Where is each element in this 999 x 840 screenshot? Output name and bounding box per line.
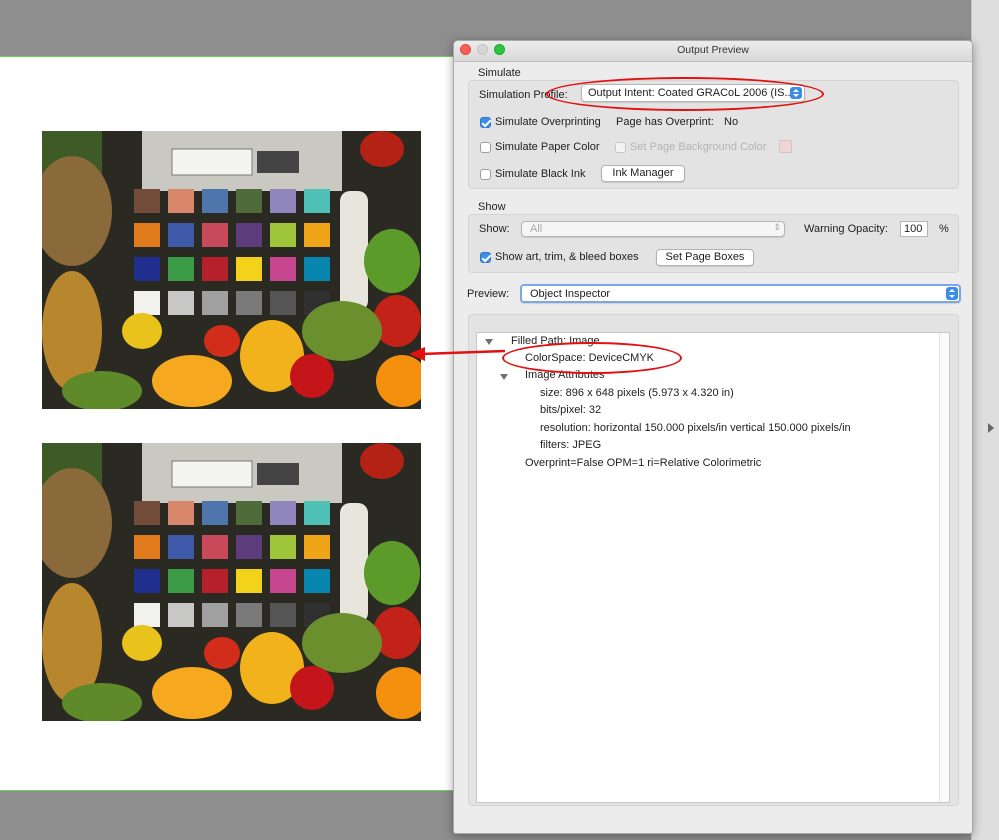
document-page xyxy=(0,56,480,791)
document-image-top[interactable] xyxy=(42,131,421,409)
background-color-swatch xyxy=(779,140,792,153)
dialog-title: Output Preview xyxy=(677,44,749,56)
disclosure-triangle-icon[interactable] xyxy=(500,374,508,380)
chevron-updown-icon: ⇕ xyxy=(773,222,781,232)
simulate-overprinting-checkbox[interactable] xyxy=(480,117,491,128)
preview-label: Preview: xyxy=(467,288,510,300)
annotation-ellipse-profile xyxy=(546,77,824,111)
show-boxes-checkbox[interactable] xyxy=(480,252,491,263)
show-select-value: All xyxy=(530,223,543,235)
show-select: All ⇕ xyxy=(521,221,785,237)
set-page-boxes-button[interactable]: Set Page Boxes xyxy=(656,249,754,266)
document-image-bottom[interactable] xyxy=(42,443,421,721)
tree-item-overprint[interactable]: Overprint=False OPM=1 ri=Relative Colori… xyxy=(525,457,761,469)
simulate-paper-color-label: Simulate Paper Color xyxy=(495,141,600,153)
tree-item-bits[interactable]: bits/pixel: 32 xyxy=(540,404,601,416)
show-boxes-label: Show art, trim, & bleed boxes xyxy=(495,251,639,263)
simulate-section-label: Simulate xyxy=(478,67,521,79)
ink-manager-button[interactable]: Ink Manager xyxy=(601,165,685,182)
preview-select[interactable]: Object Inspector xyxy=(520,284,961,303)
tree-item-size[interactable]: size: 896 x 648 pixels (5.973 x 4.320 in… xyxy=(540,387,734,399)
simulate-black-ink-label: Simulate Black Ink xyxy=(495,168,586,180)
right-arrow-icon[interactable] xyxy=(988,423,994,433)
tree-item-resolution[interactable]: resolution: horizontal 150.000 pixels/in… xyxy=(540,422,851,434)
percent-label: % xyxy=(939,223,949,235)
annotation-ellipse-colorspace xyxy=(502,342,682,374)
simulate-black-ink-checkbox[interactable] xyxy=(480,169,491,180)
simulate-paper-color-checkbox[interactable] xyxy=(480,142,491,153)
simulate-overprinting-label: Simulate Overprinting xyxy=(495,116,601,128)
warning-opacity-label: Warning Opacity: xyxy=(804,223,888,235)
page-has-overprint-value: No xyxy=(724,116,739,128)
object-inspector-tree[interactable]: Filled Path: Image ColorSpace: DeviceCMY… xyxy=(476,332,950,803)
title-bar[interactable]: Output Preview xyxy=(454,41,972,62)
show-section-label: Show xyxy=(478,201,506,213)
preview-select-value: Object Inspector xyxy=(530,288,611,300)
show-label: Show: xyxy=(479,223,510,235)
page-has-overprint-label: Page has Overprint: xyxy=(616,116,714,128)
output-preview-dialog: Output Preview Simulate Simulation Profi… xyxy=(453,40,973,834)
tree-scrollbar[interactable] xyxy=(939,333,949,802)
chevron-updown-icon xyxy=(946,287,958,300)
tree-item-filters[interactable]: filters: JPEG xyxy=(540,439,601,451)
set-page-background-color-label: Set Page Background Color xyxy=(630,141,767,153)
right-panel-gutter xyxy=(971,0,999,840)
set-page-background-color-checkbox xyxy=(615,142,626,153)
annotation-arrow xyxy=(409,347,506,361)
warning-opacity-input[interactable]: 100 xyxy=(900,221,928,237)
